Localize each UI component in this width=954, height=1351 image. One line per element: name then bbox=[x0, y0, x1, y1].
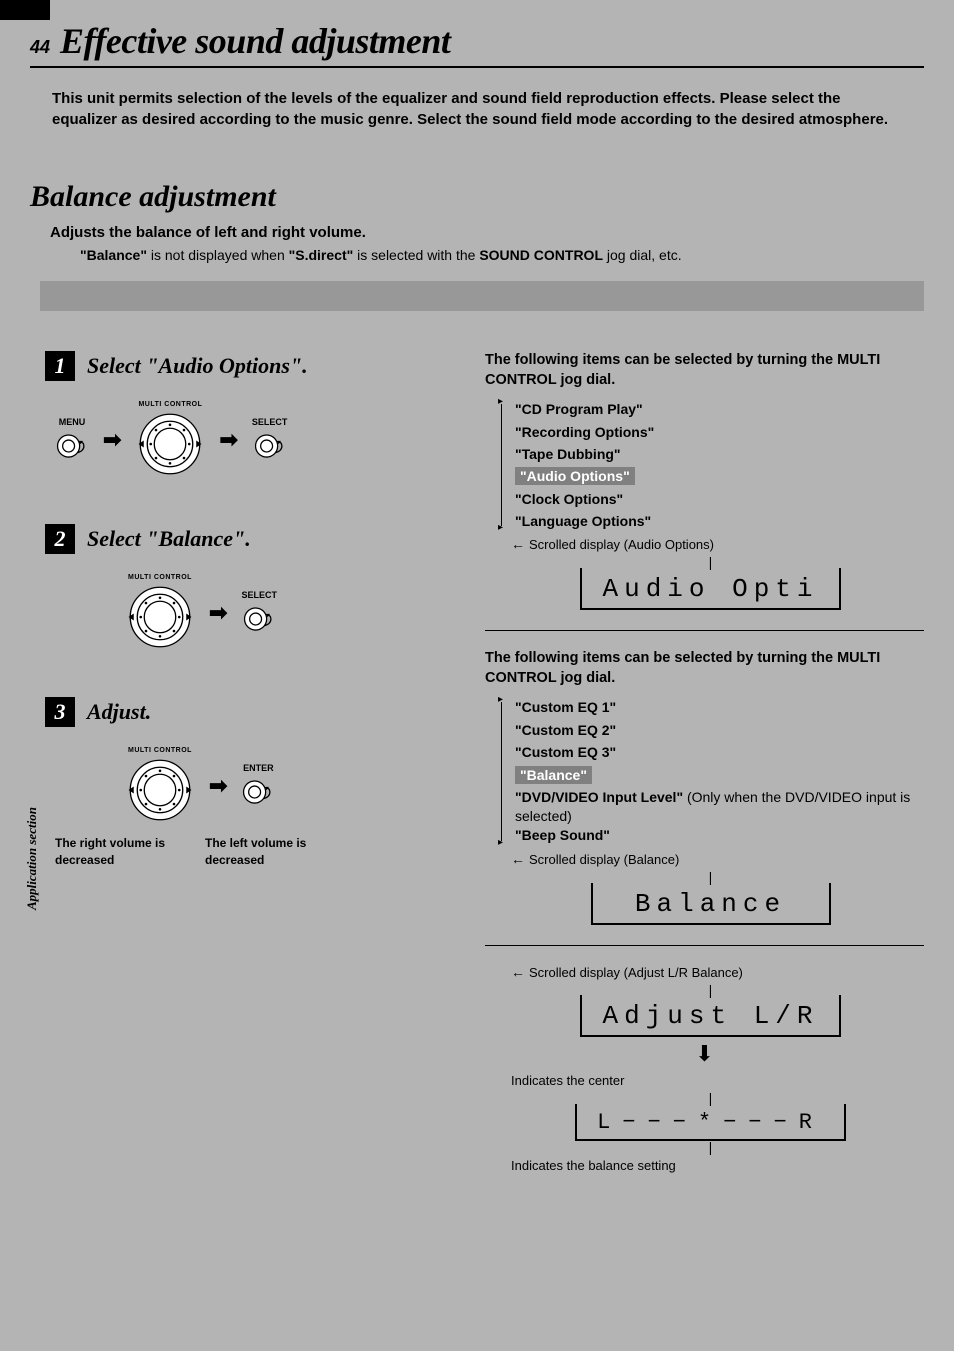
label-select: SELECT bbox=[241, 590, 277, 600]
section-desc: Adjusts the balance of left and right vo… bbox=[0, 224, 954, 241]
r3-scroll-note: ←Scrolled display (Adjust L/R Balance) bbox=[485, 964, 924, 980]
r1-intro: The following items can be selected by t… bbox=[485, 351, 924, 390]
enter-knob-icon bbox=[241, 775, 275, 809]
r1-scroll-note: ←Scrolled display (Audio Options) bbox=[485, 536, 924, 552]
select-knob-icon bbox=[242, 602, 276, 636]
arrow-right-icon: ➡ bbox=[103, 427, 121, 453]
option-cd-program: "CD Program Play" bbox=[515, 398, 924, 420]
r3-lcd-balance: | L−−−*−−−R | bbox=[497, 1094, 924, 1151]
option-beep: "Beep Sound" bbox=[515, 824, 924, 846]
note-balance: "Balance" bbox=[80, 247, 147, 263]
page-corner-bar bbox=[0, 0, 50, 20]
arrow-right-icon: ➡ bbox=[219, 427, 237, 453]
divider bbox=[485, 945, 924, 946]
page-title: Effective sound adjustment bbox=[60, 20, 450, 62]
left-arrow-icon: ← bbox=[511, 536, 525, 552]
section-title: Balance adjustment bbox=[0, 180, 954, 214]
r2-options: ▸ ▸ "Custom EQ 1" "Custom EQ 2" "Custom … bbox=[485, 696, 924, 846]
option-tape-dubbing: "Tape Dubbing" bbox=[515, 443, 924, 465]
option-eq2: "Custom EQ 2" bbox=[515, 719, 924, 741]
step-1-title: Select "Audio Options". bbox=[87, 353, 308, 379]
note-sdirect: "S.direct" bbox=[289, 247, 354, 263]
option-eq3: "Custom EQ 3" bbox=[515, 741, 924, 763]
r3-lcd-adjust: | Adjust L/R bbox=[497, 986, 924, 1038]
r2-intro: The following items can be selected by t… bbox=[485, 649, 924, 688]
step-3-number: 3 bbox=[45, 697, 75, 727]
multi-control-dial-icon bbox=[125, 582, 195, 652]
intro-text: This unit permits selection of the level… bbox=[30, 88, 924, 130]
multi-control-dial-icon bbox=[125, 755, 195, 825]
side-label: Application section bbox=[24, 807, 40, 910]
option-clock: "Clock Options" bbox=[515, 488, 924, 510]
menu-knob-icon bbox=[55, 429, 89, 463]
indicates-setting: Indicates the balance setting bbox=[485, 1158, 924, 1173]
step-1-header: 1 Select "Audio Options". bbox=[45, 351, 455, 381]
step-2-number: 2 bbox=[45, 524, 75, 554]
loop-arrow-up-icon: ▸ bbox=[498, 695, 503, 705]
step-2-diagram: MULTI CONTROL bbox=[45, 574, 455, 652]
step-1-number: 1 bbox=[45, 351, 75, 381]
left-arrow-icon: ← bbox=[511, 964, 525, 980]
label-multi-control: MULTI CONTROL bbox=[138, 401, 202, 408]
label-select: SELECT bbox=[252, 417, 288, 427]
step-3-header: 3 Adjust. bbox=[45, 697, 455, 727]
down-arrow-icon: ⬇ bbox=[485, 1041, 924, 1067]
page-header: 44 Effective sound adjustment bbox=[30, 20, 924, 68]
step-1-diagram: MENU ➡ MULTI CONTROL bbox=[45, 401, 455, 479]
option-balance: "Balance" bbox=[515, 764, 592, 786]
multi-control-dial-icon bbox=[135, 409, 205, 479]
r2-scroll-note: ←Scrolled display (Balance) bbox=[485, 851, 924, 867]
arrow-right-icon: ➡ bbox=[209, 773, 227, 799]
indicates-center: Indicates the center bbox=[485, 1073, 924, 1088]
divider bbox=[485, 630, 924, 631]
r1-options: ▸ ▸ "CD Program Play" "Recording Options… bbox=[485, 398, 924, 532]
step-2-title: Select "Balance". bbox=[87, 526, 251, 552]
label-menu: MENU bbox=[59, 417, 86, 427]
r2-lcd: | Balance bbox=[497, 873, 924, 925]
right-volume-note: The right volume is decreased bbox=[55, 835, 175, 869]
r1-lcd: | Audio Opti bbox=[497, 558, 924, 610]
option-language: "Language Options" bbox=[515, 510, 924, 532]
left-arrow-icon: ← bbox=[511, 851, 525, 867]
loop-arrow-down-icon: ▸ bbox=[498, 523, 503, 533]
left-volume-note: The left volume is decreased bbox=[205, 835, 325, 869]
note-sound-control: SOUND CONTROL bbox=[479, 247, 603, 263]
step-2-header: 2 Select "Balance". bbox=[45, 524, 455, 554]
option-dvd-video: "DVD/VIDEO Input Level" (Only when the D… bbox=[515, 786, 924, 824]
option-recording: "Recording Options" bbox=[515, 421, 924, 443]
select-knob-icon bbox=[253, 429, 287, 463]
step-3-diagram: MULTI CONTROL bbox=[45, 747, 455, 825]
section-note: "Balance" is not displayed when "S.direc… bbox=[0, 247, 954, 263]
option-audio-options: "Audio Options" bbox=[515, 465, 635, 487]
step-3-title: Adjust. bbox=[87, 699, 151, 725]
option-eq1: "Custom EQ 1" bbox=[515, 696, 924, 718]
loop-arrow-down-icon: ▸ bbox=[498, 838, 503, 848]
label-multi-control: MULTI CONTROL bbox=[128, 574, 192, 581]
label-enter: ENTER bbox=[243, 763, 274, 773]
label-multi-control: MULTI CONTROL bbox=[128, 747, 192, 754]
divider-bar bbox=[40, 281, 924, 311]
page-number: 44 bbox=[30, 37, 50, 58]
loop-arrow-up-icon: ▸ bbox=[498, 397, 503, 407]
arrow-right-icon: ➡ bbox=[209, 600, 227, 626]
